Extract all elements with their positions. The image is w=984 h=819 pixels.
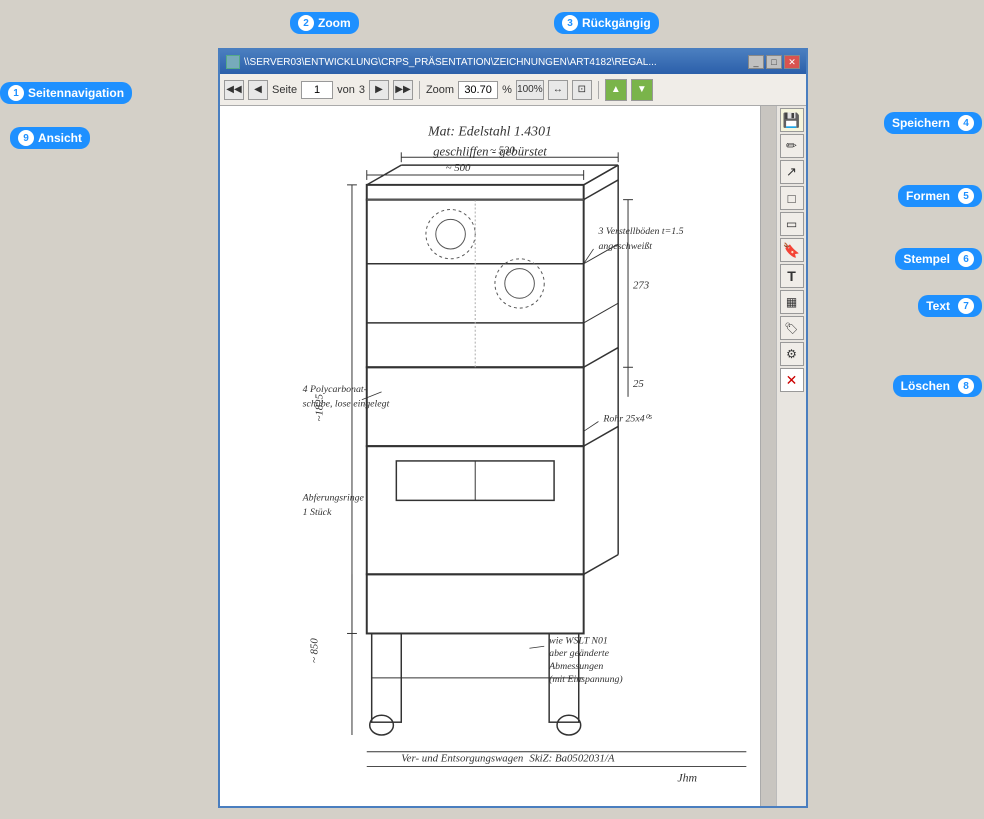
tooltip-ansicht: 9 Ansicht: [10, 127, 90, 149]
page-label: Seite: [272, 84, 297, 96]
svg-text:4 Polycarbonat-: 4 Polycarbonat-: [303, 384, 367, 395]
maximize-button[interactable]: □: [766, 55, 782, 69]
svg-text:wie WSLT N01: wie WSLT N01: [549, 635, 608, 646]
misc-tool-button[interactable]: ⚙: [780, 342, 804, 366]
svg-text:Jhm: Jhm: [677, 770, 697, 784]
svg-text:SkiZ: Ba0502031/A: SkiZ: Ba0502031/A: [529, 753, 614, 765]
close-button[interactable]: ✕: [784, 55, 800, 69]
svg-text:Rohr 25x4⁰⁵: Rohr 25x4⁰⁵: [602, 413, 652, 424]
badge-text: 7: [958, 298, 974, 314]
sketch-drawing: Mat: Edelstahl 1.4301 geschliffen - gebü…: [220, 106, 760, 806]
content-area: Mat: Edelstahl 1.4301 geschliffen - gebü…: [220, 106, 806, 806]
page-total: 3: [359, 84, 365, 96]
label-tool-button[interactable]: 🏷: [780, 316, 804, 340]
prev-page-button[interactable]: ◀: [248, 80, 268, 100]
select-tool-button[interactable]: ↗: [780, 160, 804, 184]
tooltip-seitennavigation-label: Seitennavigation: [28, 86, 124, 100]
fit-page-button[interactable]: ⊡: [572, 80, 592, 100]
tooltip-formen-label: Formen: [906, 189, 950, 203]
svg-text:(mit Einspannung): (mit Einspannung): [549, 674, 623, 685]
tooltip-zoom-label: Zoom: [318, 16, 351, 30]
svg-text:1 Stück: 1 Stück: [303, 507, 332, 518]
badge-ansicht: 9: [18, 130, 34, 146]
zoom-percent-label: %: [502, 84, 512, 96]
zoom-toolbar-label: Zoom: [426, 84, 454, 96]
scroll-area[interactable]: [760, 106, 776, 806]
badge-speichern: 4: [958, 115, 974, 131]
page-input[interactable]: [301, 81, 333, 99]
minimize-button[interactable]: _: [748, 55, 764, 69]
svg-text:~ 530: ~ 530: [490, 144, 515, 156]
zoom-100-button[interactable]: 100%: [516, 80, 544, 100]
last-page-button[interactable]: ▶▶: [393, 80, 413, 100]
title-bar: \\SERVER03\ENTWICKLUNG\CRPS_PRÄSENTATION…: [220, 50, 806, 74]
tooltip-text: Text 7: [918, 295, 982, 317]
tooltip-seitennavigation: 1 Seitennavigation: [0, 82, 132, 104]
tooltip-rueckgaengig: 3 Rückgängig: [554, 12, 659, 34]
right-sidebar: 💾 ✏ ↗ □ ▭ 🔖 T ▦ 🏷 ⚙: [776, 106, 806, 806]
svg-text:~ 850: ~ 850: [308, 638, 320, 663]
nav-up-button[interactable]: ▲: [605, 79, 627, 101]
svg-text:Ver- und Entsorgungswagen: Ver- und Entsorgungswagen: [401, 753, 523, 765]
pen-tool-button[interactable]: ✏: [780, 134, 804, 158]
main-window: \\SERVER03\ENTWICKLUNG\CRPS_PRÄSENTATION…: [218, 48, 808, 808]
window-icon: [226, 55, 240, 69]
first-page-button[interactable]: ◀◀: [224, 80, 244, 100]
text-tool-button[interactable]: T: [780, 264, 804, 288]
tooltip-loeschen-label: Löschen: [901, 379, 950, 393]
svg-text:angeschweißt: angeschweißt: [598, 241, 652, 252]
tooltip-zoom: 2 Zoom: [290, 12, 359, 34]
badge-zoom: 2: [298, 15, 314, 31]
rect-tool-button[interactable]: □: [780, 186, 804, 210]
tooltip-text-label: Text: [926, 299, 950, 313]
tooltip-speichern-label: Speichern: [892, 116, 950, 130]
badge-formen: 5: [958, 188, 974, 204]
toolbar-separator-2: [598, 81, 599, 99]
toolbar-separator-1: [419, 81, 420, 99]
svg-text:Abferungsringe: Abferungsringe: [302, 492, 365, 503]
stamp-tool-button[interactable]: 🔖: [780, 238, 804, 262]
svg-text:3 Verstellböden t=1.5: 3 Verstellböden t=1.5: [597, 226, 683, 237]
badge-stempel: 6: [958, 251, 974, 267]
tooltip-speichern: Speichern 4: [884, 112, 982, 134]
nav-down-button[interactable]: ▼: [631, 79, 653, 101]
tooltip-stempel-label: Stempel: [903, 252, 950, 266]
next-page-button[interactable]: ▶: [369, 80, 389, 100]
tooltip-loeschen: Löschen 8: [893, 375, 982, 397]
save-tool-button[interactable]: 💾: [780, 108, 804, 132]
tooltip-ansicht-label: Ansicht: [38, 131, 82, 145]
drawing-area: Mat: Edelstahl 1.4301 geschliffen - gebü…: [220, 106, 760, 806]
grid-tool-button[interactable]: ▦: [780, 290, 804, 314]
svg-text:273: 273: [633, 279, 650, 291]
badge-loeschen: 8: [958, 378, 974, 394]
title-bar-controls: _ □ ✕: [748, 55, 800, 69]
tooltip-formen: Formen 5: [898, 185, 982, 207]
toolbar: ◀◀ ◀ Seite von 3 ▶ ▶▶ Zoom % 100% ↔ ⊡ ▲ …: [220, 74, 806, 106]
svg-text:~ 500: ~ 500: [446, 162, 471, 174]
fit-width-button[interactable]: ↔: [548, 80, 568, 100]
svg-text:aber geänderte: aber geänderte: [549, 648, 609, 659]
tooltip-rueckgaengig-label: Rückgängig: [582, 16, 651, 30]
svg-text:schübe, lose eingelegt: schübe, lose eingelegt: [303, 399, 390, 410]
zoom-input[interactable]: [458, 81, 498, 99]
svg-text:Mat: Edelstahl 1.4301: Mat: Edelstahl 1.4301: [427, 124, 552, 139]
badge-seitennavigation: 1: [8, 85, 24, 101]
window-title: \\SERVER03\ENTWICKLUNG\CRPS_PRÄSENTATION…: [244, 57, 657, 68]
badge-rueckgaengig: 3: [562, 15, 578, 31]
von-label: von: [337, 84, 355, 96]
delete-tool-button[interactable]: [780, 368, 804, 392]
svg-text:25: 25: [633, 378, 644, 390]
tooltip-stempel: Stempel 6: [895, 248, 982, 270]
title-bar-left: \\SERVER03\ENTWICKLUNG\CRPS_PRÄSENTATION…: [226, 55, 657, 69]
rect2-tool-button[interactable]: ▭: [780, 212, 804, 236]
svg-text:Abmessungen: Abmessungen: [548, 661, 603, 672]
